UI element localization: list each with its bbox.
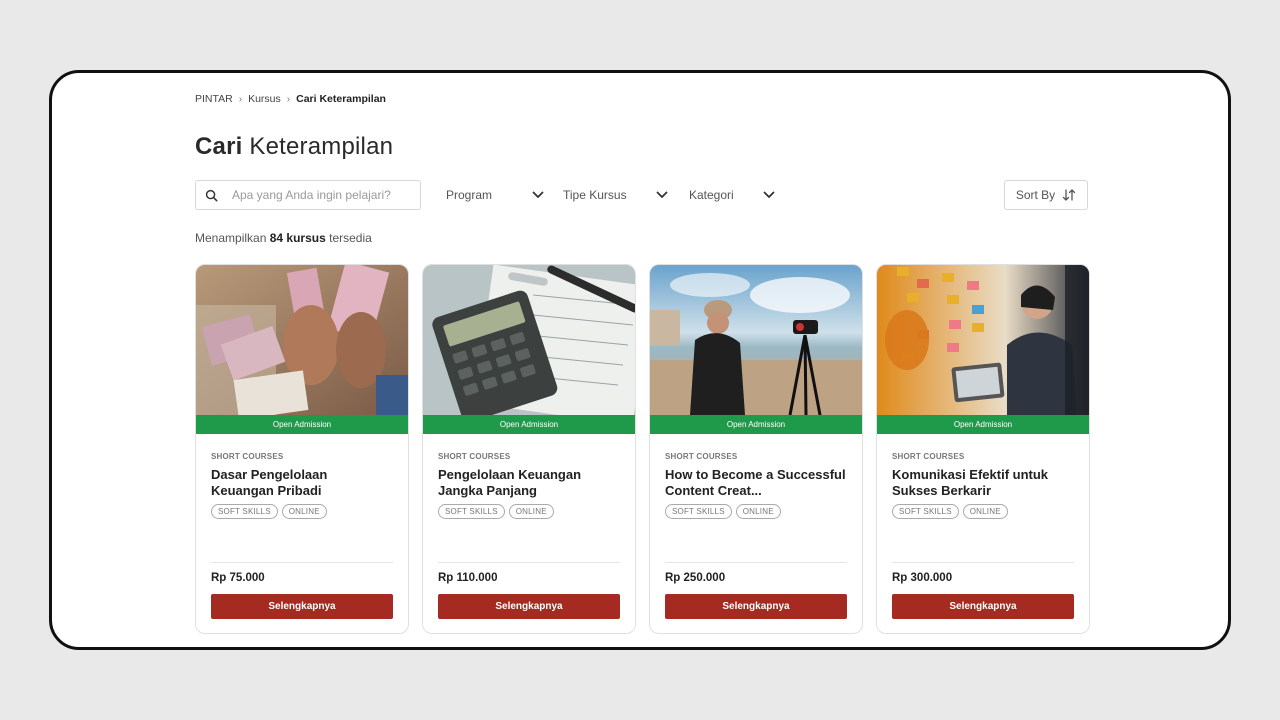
tag-badge: SOFT SKILLS: [211, 504, 278, 519]
admission-badge: Open Admission: [650, 415, 862, 434]
breadcrumb-item-home[interactable]: PINTAR: [195, 93, 233, 105]
course-type: SHORT COURSES: [438, 452, 511, 461]
details-button[interactable]: Selengkapnya: [211, 594, 393, 619]
course-card[interactable]: Open Admission SHORT COURSES Komunikasi …: [876, 264, 1090, 634]
course-type: SHORT COURSES: [665, 452, 738, 461]
tag-badge: ONLINE: [281, 504, 327, 519]
kategori-dropdown-label: Kategori: [689, 188, 734, 202]
breadcrumb-item-kursus[interactable]: Kursus: [248, 93, 281, 105]
tag-badge: ONLINE: [735, 504, 781, 519]
filter-bar: Program Tipe Kursus Kategori Sort By: [195, 180, 1088, 210]
course-tags: SOFT SKILLS ONLINE: [438, 504, 620, 519]
course-image-content-creator: [650, 265, 862, 415]
sort-by-label: Sort By: [1015, 188, 1056, 202]
program-dropdown-label: Program: [446, 188, 493, 202]
details-button[interactable]: Selengkapnya: [438, 594, 620, 619]
tag-badge: ONLINE: [508, 504, 554, 519]
divider: [892, 562, 1074, 563]
page-title: Cari Keterampilan: [195, 133, 393, 161]
page-title-bold: Cari: [195, 133, 243, 160]
kategori-dropdown[interactable]: Kategori: [689, 180, 775, 210]
result-count-value: 84 kursus: [269, 231, 326, 245]
course-type: SHORT COURSES: [211, 452, 284, 461]
chevron-right-icon: ›: [286, 93, 291, 105]
details-button[interactable]: Selengkapnya: [665, 594, 847, 619]
browser-frame: PINTAR › Kursus › Cari Keterampilan Cari…: [49, 70, 1231, 650]
tag-badge: SOFT SKILLS: [438, 504, 505, 519]
search-icon: [196, 189, 226, 202]
course-grid: Open Admission SHORT COURSES Dasar Penge…: [195, 264, 1090, 634]
sort-by-button[interactable]: Sort By: [1004, 180, 1088, 210]
course-card[interactable]: Open Admission SHORT COURSES Dasar Penge…: [195, 264, 409, 634]
tag-badge: SOFT SKILLS: [892, 504, 959, 519]
course-title[interactable]: Pengelolaan Keuangan Jangka Panjang: [438, 467, 620, 498]
course-image-money: [196, 265, 408, 415]
tag-badge: ONLINE: [962, 504, 1008, 519]
course-tags: SOFT SKILLS ONLINE: [892, 504, 1074, 519]
chevron-down-icon: [532, 191, 544, 199]
tag-badge: SOFT SKILLS: [665, 504, 732, 519]
admission-badge: Open Admission: [196, 415, 408, 434]
program-dropdown[interactable]: Program: [446, 180, 544, 210]
result-count-suffix: tersedia: [329, 231, 372, 245]
course-price: Rp 110.000: [438, 572, 498, 584]
chevron-right-icon: ›: [238, 93, 243, 105]
course-title[interactable]: Dasar Pengelolaan Keuangan Pribadi: [211, 467, 393, 498]
page-title-light: Keterampilan: [249, 133, 394, 160]
chevron-down-icon: [763, 191, 775, 199]
course-tags: SOFT SKILLS ONLINE: [211, 504, 393, 519]
chevron-down-icon: [656, 191, 668, 199]
result-count-prefix: Menampilkan: [195, 231, 267, 245]
breadcrumb-current: Cari Keterampilan: [296, 93, 386, 105]
course-price: Rp 300.000: [892, 572, 953, 584]
breadcrumb: PINTAR › Kursus › Cari Keterampilan: [195, 93, 386, 105]
course-price: Rp 250.000: [665, 572, 726, 584]
divider: [211, 562, 393, 563]
search-box[interactable]: [195, 180, 421, 210]
tipe-kursus-dropdown[interactable]: Tipe Kursus: [563, 180, 668, 210]
tipe-kursus-dropdown-label: Tipe Kursus: [563, 188, 627, 202]
course-title[interactable]: Komunikasi Efektif untuk Sukses Berkarir: [892, 467, 1074, 498]
result-count: Menampilkan 84 kursus tersedia: [195, 231, 372, 245]
course-card[interactable]: Open Admission SHORT COURSES How to Beco…: [649, 264, 863, 634]
sort-icon: [1062, 189, 1076, 201]
course-type: SHORT COURSES: [892, 452, 965, 461]
course-tags: SOFT SKILLS ONLINE: [665, 504, 847, 519]
course-image-presentation: [877, 265, 1089, 415]
admission-badge: Open Admission: [877, 415, 1089, 434]
details-button[interactable]: Selengkapnya: [892, 594, 1074, 619]
admission-badge: Open Admission: [423, 415, 635, 434]
course-card[interactable]: Open Admission SHORT COURSES Pengelolaan…: [422, 264, 636, 634]
course-price: Rp 75.000: [211, 572, 265, 584]
search-input[interactable]: [232, 188, 412, 202]
divider: [438, 562, 620, 563]
course-title[interactable]: How to Become a Successful Content Creat…: [665, 467, 847, 498]
divider: [665, 562, 847, 563]
course-image-calculator: [423, 265, 635, 415]
